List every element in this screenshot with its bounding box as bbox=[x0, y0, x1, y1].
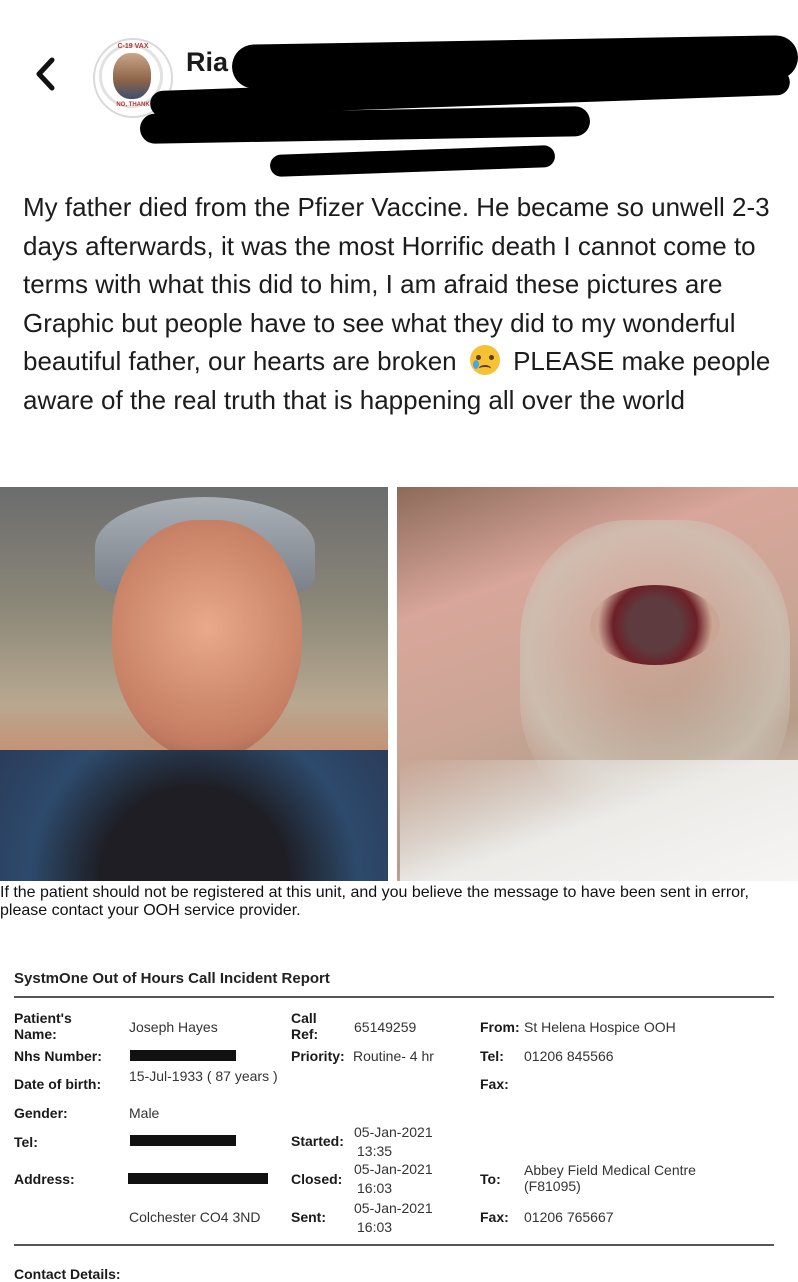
address-label: Address: bbox=[14, 1171, 75, 1187]
closed-time: 16:03 bbox=[357, 1180, 393, 1196]
call-ref-value: 65149259 bbox=[354, 1019, 417, 1035]
priority-value: Routine- 4 hr bbox=[353, 1048, 434, 1064]
avatar-badge-top: C-19 VAX bbox=[117, 43, 149, 50]
dob-label: Date of birth: bbox=[14, 1076, 102, 1092]
to-fax-value: 01206 765667 bbox=[524, 1209, 614, 1225]
crying-face-emoji bbox=[469, 345, 500, 375]
gender-value: Male bbox=[129, 1105, 160, 1121]
started-label: Started: bbox=[291, 1133, 344, 1149]
from-tel-value: 01206 845566 bbox=[524, 1048, 614, 1064]
post-header: C-19 VAX NO, THANK Ria bbox=[0, 0, 798, 180]
sent-label: Sent: bbox=[291, 1209, 326, 1225]
redaction-mark bbox=[139, 106, 591, 144]
photo-pillow bbox=[400, 760, 798, 881]
address-line2: Colchester CO4 3ND bbox=[129, 1209, 261, 1225]
from-value: St Helena Hospice OOH bbox=[524, 1019, 676, 1035]
from-label: From: bbox=[480, 1019, 520, 1035]
photo-clothing bbox=[0, 750, 388, 881]
profile-name[interactable]: Ria bbox=[186, 47, 228, 78]
tear-icon bbox=[472, 360, 479, 369]
started-time: 13:35 bbox=[357, 1143, 393, 1159]
call-ref-label: Call Ref: bbox=[291, 1010, 319, 1042]
redaction-mark bbox=[130, 1050, 236, 1061]
to-fax-label: Fax: bbox=[480, 1209, 509, 1225]
incident-report-document[interactable] bbox=[0, 884, 798, 1280]
chevron-left-icon bbox=[36, 57, 55, 91]
tel-label: Tel: bbox=[14, 1134, 38, 1150]
sent-date: 05-Jan-2021 bbox=[354, 1200, 433, 1216]
closed-date: 05-Jan-2021 bbox=[354, 1161, 433, 1177]
redaction-mark bbox=[269, 145, 556, 177]
report-title: SystmOne Out of Hours Call Incident Repo… bbox=[14, 970, 330, 987]
patient-name-label: Patient's Name: bbox=[14, 1010, 72, 1042]
sent-time: 16:03 bbox=[357, 1219, 393, 1235]
back-button[interactable] bbox=[30, 52, 64, 96]
closed-label: Closed: bbox=[291, 1171, 343, 1187]
started-date: 05-Jan-2021 bbox=[354, 1124, 433, 1140]
nhs-number-label: Nhs Number: bbox=[14, 1048, 102, 1064]
patient-name-value: Joseph Hayes bbox=[129, 1019, 218, 1035]
photo-face bbox=[112, 520, 302, 760]
redaction-mark bbox=[130, 1135, 236, 1146]
report-notice: If the patient should not be registered … bbox=[0, 884, 749, 919]
from-tel-label: Tel: bbox=[480, 1048, 504, 1064]
avatar-photo bbox=[113, 53, 151, 99]
redaction-mark bbox=[128, 1173, 268, 1184]
gender-label: Gender: bbox=[14, 1105, 68, 1121]
to-label: To: bbox=[480, 1171, 501, 1187]
divider bbox=[14, 1244, 774, 1246]
photo-mouth bbox=[590, 585, 720, 665]
dob-value: 15-Jul-1933 ( 87 years ) bbox=[129, 1068, 278, 1084]
from-fax-label: Fax: bbox=[480, 1076, 509, 1092]
to-value: Abbey Field Medical Centre (F81095) bbox=[524, 1162, 696, 1194]
priority-label: Priority: bbox=[291, 1048, 345, 1064]
divider bbox=[14, 996, 774, 998]
post-text: My father died from the Pfizer Vaccine. … bbox=[23, 188, 783, 419]
